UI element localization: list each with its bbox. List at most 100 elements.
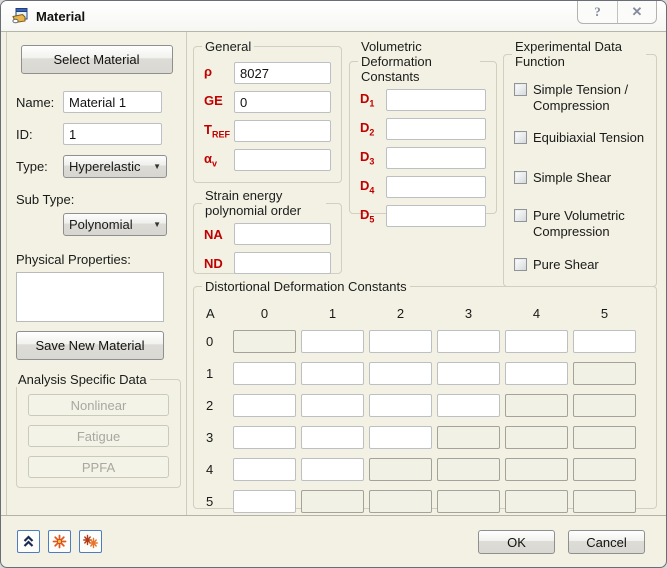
matrix-cell-5-2 [369, 490, 432, 513]
matrix-cell-2-1[interactable] [301, 394, 364, 417]
matrix-cell-0-0 [233, 330, 296, 353]
d2-label: D2 [360, 120, 386, 138]
distortional-matrix: A012345012345 [204, 306, 646, 513]
matrix-cell-4-4 [505, 458, 568, 481]
d2-input[interactable] [386, 118, 486, 140]
dialog-content: Select Material Name: ID: Type: Hyperela… [1, 32, 666, 516]
equibiaxial-tension-checkbox[interactable] [514, 131, 527, 144]
matrix-row-header-3: 3 [204, 430, 228, 445]
name-label: Name: [16, 95, 63, 110]
matrix-cell-2-3[interactable] [437, 394, 500, 417]
ge-input[interactable] [234, 91, 331, 113]
matrix-col-header-4: 4 [505, 306, 568, 321]
d1-input[interactable] [386, 89, 486, 111]
simple-tension-compression-checkbox[interactable] [514, 83, 527, 96]
tref-label: TREF [204, 122, 234, 140]
footer-bar: OK Cancel [1, 515, 666, 567]
rho-input[interactable] [234, 62, 331, 84]
matrix-cell-2-5 [573, 394, 636, 417]
matrix-row-header-1: 1 [204, 366, 228, 381]
rho-label: ρ [204, 64, 234, 82]
matrix-cell-5-5 [573, 490, 636, 513]
alpha-v-input[interactable] [234, 149, 331, 171]
matrix-cell-3-3 [437, 426, 500, 449]
subtype-dropdown[interactable]: Polynomial ▼ [63, 213, 167, 236]
matrix-cell-0-4[interactable] [505, 330, 568, 353]
distortional-group-title: Distortional Deformation Constants [202, 279, 410, 294]
chevron-down-icon: ▼ [153, 220, 161, 229]
matrix-cell-3-0[interactable] [233, 426, 296, 449]
alpha-v-label: αv [204, 151, 234, 169]
pure-shear-checkbox[interactable] [514, 258, 527, 271]
matrix-cell-0-1[interactable] [301, 330, 364, 353]
physical-properties-listbox[interactable] [16, 272, 164, 322]
analysis-group-title: Analysis Specific Data [15, 372, 150, 387]
tref-input[interactable] [234, 120, 331, 142]
matrix-col-header-3: 3 [437, 306, 500, 321]
matrix-cell-0-2[interactable] [369, 330, 432, 353]
ge-label: GE [204, 93, 234, 111]
matrix-cell-5-1 [301, 490, 364, 513]
id-input[interactable] [63, 123, 162, 145]
ok-button[interactable]: OK [478, 530, 555, 554]
nd-input[interactable] [234, 252, 331, 274]
chevron-down-icon: ▼ [153, 162, 161, 171]
nonlinear-button: Nonlinear [28, 394, 169, 416]
matrix-cell-4-3 [437, 458, 500, 481]
d4-input[interactable] [386, 176, 486, 198]
matrix-col-header-0: 0 [233, 306, 296, 321]
matrix-cell-1-0[interactable] [233, 362, 296, 385]
checkbox-label: Simple Shear [533, 170, 611, 186]
strain-energy-group-title: Strain energy polynomial order [202, 188, 326, 218]
distortional-deformation-group: Distortional Deformation Constants A0123… [193, 279, 657, 509]
d5-input[interactable] [386, 205, 486, 227]
matrix-row-header-2: 2 [204, 398, 228, 413]
d3-input[interactable] [386, 147, 486, 169]
name-input[interactable] [63, 91, 162, 113]
matrix-cell-2-2[interactable] [369, 394, 432, 417]
matrix-cell-1-3[interactable] [437, 362, 500, 385]
simple-shear-checkbox[interactable] [514, 171, 527, 184]
matrix-cell-4-1[interactable] [301, 458, 364, 481]
double-chevron-up-button[interactable] [17, 530, 40, 553]
material-dialog: Material ? ✕ Select Material Name: ID: T… [0, 0, 667, 568]
fatigue-button: Fatigue [28, 425, 169, 447]
left-panel: Select Material Name: ID: Type: Hyperela… [6, 32, 187, 516]
burst-button[interactable] [48, 530, 71, 553]
matrix-cell-4-0[interactable] [233, 458, 296, 481]
burst-icon [52, 534, 67, 549]
physical-properties-label: Physical Properties: [16, 252, 131, 267]
double-burst-icon [83, 534, 98, 549]
close-button[interactable]: ✕ [617, 1, 656, 23]
help-button[interactable]: ? [578, 1, 617, 23]
matrix-cell-0-3[interactable] [437, 330, 500, 353]
type-dropdown-value: Hyperelastic [69, 159, 149, 174]
na-label: NA [204, 227, 234, 242]
matrix-cell-1-5 [573, 362, 636, 385]
matrix-cell-0-5[interactable] [573, 330, 636, 353]
double-burst-button[interactable] [79, 530, 102, 553]
matrix-cell-1-2[interactable] [369, 362, 432, 385]
na-input[interactable] [234, 223, 331, 245]
subtype-label: Sub Type: [16, 192, 74, 207]
matrix-cell-5-0[interactable] [233, 490, 296, 513]
strain-energy-group: Strain energy polynomial order NA ND [193, 188, 342, 274]
matrix-cell-1-1[interactable] [301, 362, 364, 385]
save-new-material-button[interactable]: Save New Material [16, 331, 164, 360]
type-dropdown[interactable]: Hyperelastic ▼ [63, 155, 167, 178]
experimental-group-title: Experimental Data Function [512, 39, 646, 69]
cancel-button[interactable]: Cancel [568, 530, 645, 554]
matrix-cell-3-1[interactable] [301, 426, 364, 449]
type-label: Type: [16, 159, 63, 174]
select-material-button[interactable]: Select Material [21, 45, 173, 74]
general-group: General ρ GE TREF αv [193, 39, 342, 183]
subtype-dropdown-value: Polynomial [69, 217, 149, 232]
d3-label: D3 [360, 149, 386, 167]
matrix-cell-3-2[interactable] [369, 426, 432, 449]
matrix-cell-1-4[interactable] [505, 362, 568, 385]
matrix-cell-2-0[interactable] [233, 394, 296, 417]
pure-volumetric-compression-checkbox[interactable] [514, 209, 527, 222]
checkbox-label: Pure Shear [533, 257, 599, 273]
dialog-title: Material [36, 9, 85, 24]
matrix-cell-2-4 [505, 394, 568, 417]
